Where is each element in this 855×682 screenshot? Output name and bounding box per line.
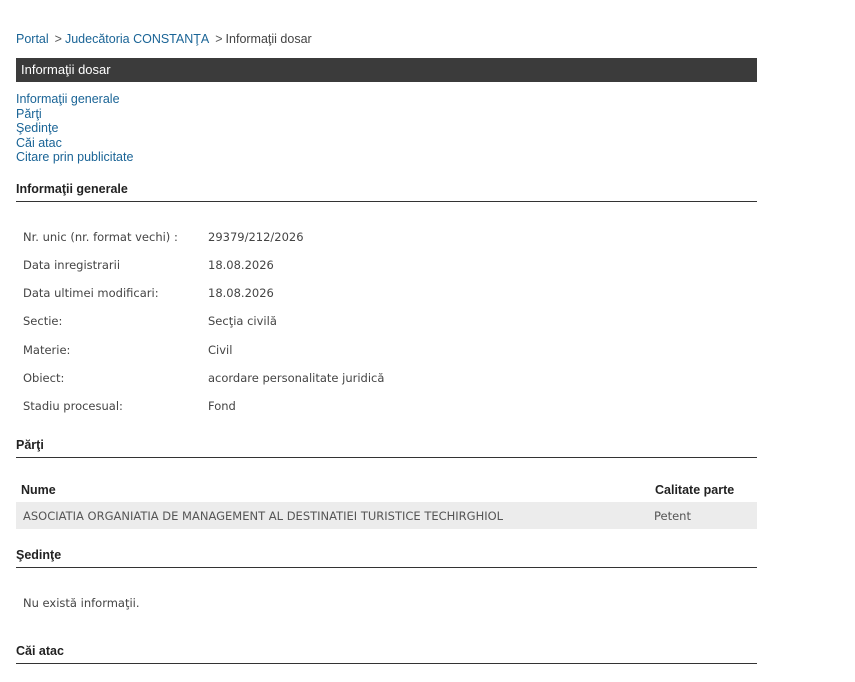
breadcrumb-separator: > — [215, 32, 223, 46]
info-row-obiect: Obiect: acordare personalitate juridică — [23, 371, 384, 385]
info-label: Data ultimei modificari: — [23, 286, 159, 300]
column-header-calitate: Calitate parte — [655, 483, 735, 497]
info-value: 29379/212/2026 — [208, 230, 304, 244]
toc-link-citare[interactable]: Citare prin publicitate — [16, 150, 133, 165]
cell-nume: ASOCIATIA ORGANIATIA DE MANAGEMENT AL DE… — [16, 502, 650, 529]
column-header-nume: Nume — [21, 483, 56, 497]
toc-link-general[interactable]: Informaţii generale — [16, 92, 133, 107]
info-row-data-inregistrarii: Data inregistrarii 18.08.2026 — [23, 258, 274, 272]
breadcrumb-link-court[interactable]: Judecătoria CONSTANŢA — [65, 32, 209, 46]
info-label: Materie: — [23, 343, 71, 357]
info-label: Nr. unic (nr. format vechi) : — [23, 230, 178, 244]
toc-link-parti[interactable]: Părţi — [16, 107, 133, 122]
info-value: 18.08.2026 — [208, 258, 274, 272]
info-value: Secţia civilă — [208, 314, 277, 328]
info-label: Stadiu procesual: — [23, 399, 123, 413]
breadcrumb-separator: > — [54, 32, 62, 46]
section-heading-sedinte: Şedinţe — [16, 548, 757, 568]
info-row-nr-unic: Nr. unic (nr. format vechi) : 29379/212/2… — [23, 230, 304, 244]
table-of-contents: Informaţii generale Părţi Şedinţe Căi at… — [16, 92, 133, 165]
info-value: 18.08.2026 — [208, 286, 274, 300]
info-label: Obiect: — [23, 371, 65, 385]
section-heading-cai-atac: Căi atac — [16, 644, 757, 664]
section-heading-general: Informaţii generale — [16, 182, 757, 202]
info-value: acordare personalitate juridică — [208, 371, 385, 385]
info-row-sectie: Sectie: Secţia civilă — [23, 314, 277, 328]
info-value: Fond — [208, 399, 236, 413]
cell-calitate: Petent — [650, 502, 757, 529]
sedinte-empty-message: Nu există informaţii. — [23, 596, 140, 610]
section-heading-parti: Părţi — [16, 438, 757, 458]
info-value: Civil — [208, 343, 233, 357]
info-label: Data inregistrarii — [23, 258, 121, 272]
info-row-data-modificari: Data ultimei modificari: 18.08.2026 — [23, 286, 274, 300]
info-row-stadiu: Stadiu procesual: Fond — [23, 399, 236, 413]
page-title-bar: Informaţii dosar — [16, 58, 757, 82]
breadcrumb: Portal > Judecătoria CONSTANŢA > Informaţii … — [16, 32, 312, 46]
breadcrumb-link-portal[interactable]: Portal — [16, 32, 49, 46]
parti-table: Nume Calitate parte ASOCIATIA ORGANIATIA… — [16, 478, 757, 529]
toc-link-sedinte[interactable]: Şedinţe — [16, 121, 133, 136]
table-header-row: Nume Calitate parte — [16, 478, 757, 502]
info-row-materie: Materie: Civil — [23, 343, 232, 357]
toc-link-cai-atac[interactable]: Căi atac — [16, 136, 133, 151]
info-label: Sectie: — [23, 314, 63, 328]
breadcrumb-current: Informaţii dosar — [225, 32, 312, 46]
table-row: ASOCIATIA ORGANIATIA DE MANAGEMENT AL DE… — [16, 502, 757, 529]
